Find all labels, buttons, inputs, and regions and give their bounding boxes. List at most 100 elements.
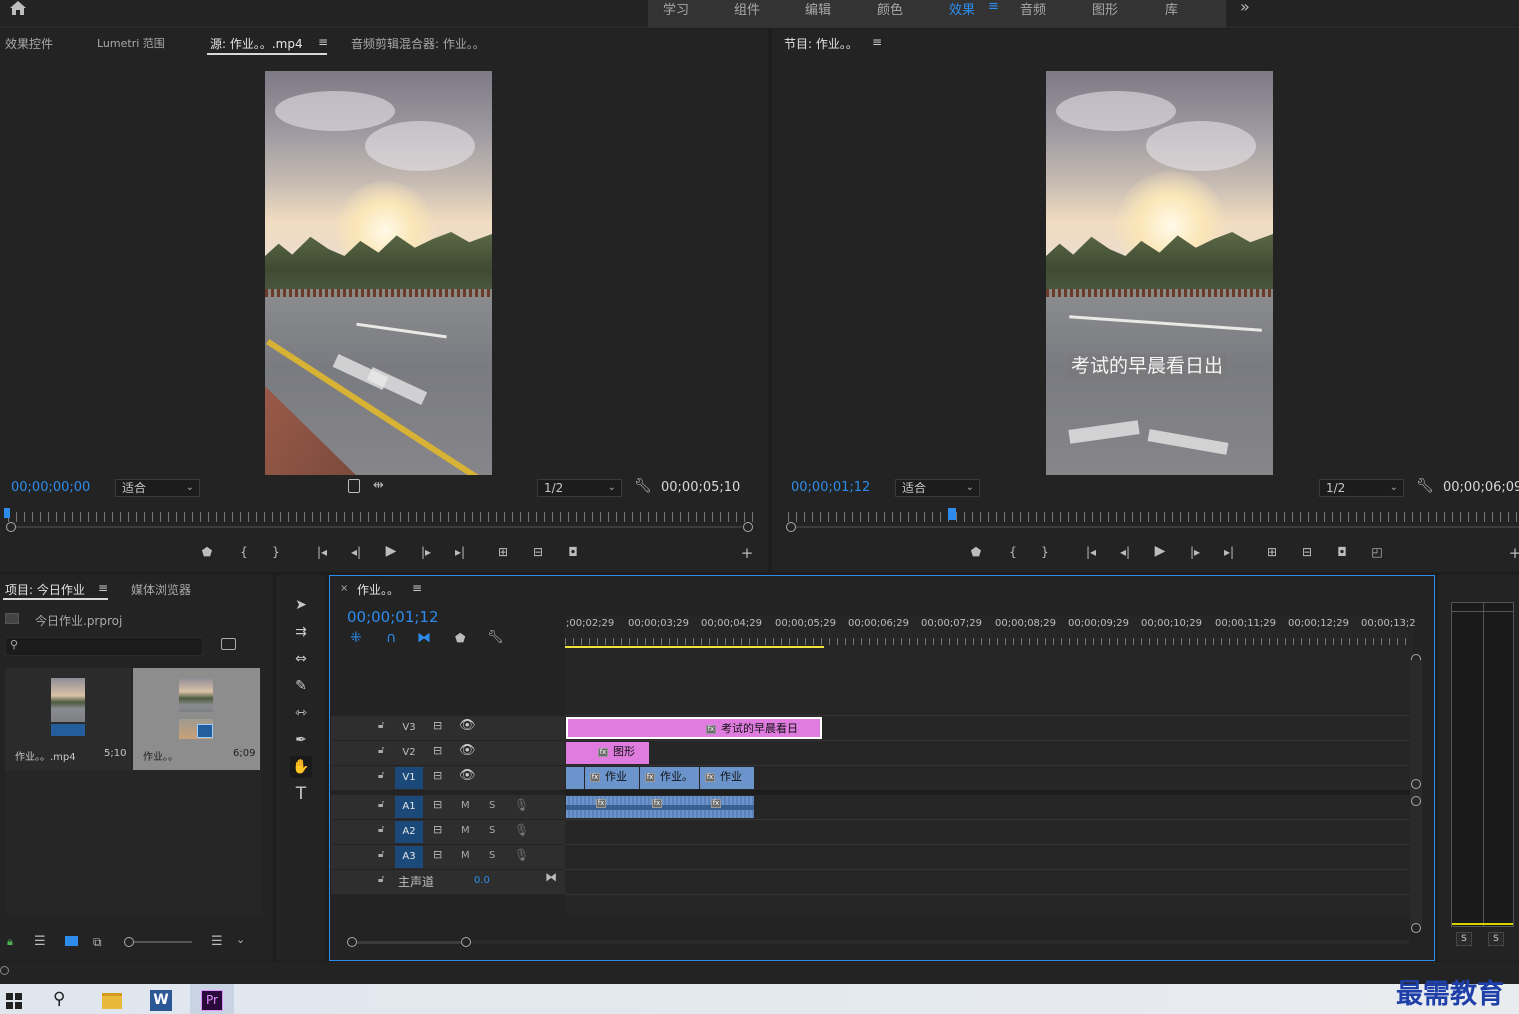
project-item[interactable]: 作业。。.mp4 5;10 [5,668,131,770]
zoom-slider[interactable] [134,941,192,943]
insert-icon[interactable]: ⊞ [493,544,513,560]
comparison-view-icon[interactable]: ◰ [1367,544,1387,560]
lock-icon[interactable]: 🔓︎ [378,824,384,835]
tab-program[interactable]: 节目: 作业。。 [784,35,858,52]
overwrite-icon[interactable]: ⊟ [528,544,548,560]
source-zoom-bar[interactable] [16,526,742,528]
workspace-effects[interactable]: 效果 [949,0,975,18]
clip-v1-c[interactable]: fx 作业 [700,767,754,789]
export-frame-icon[interactable]: ◘ [563,544,583,560]
track-select-tool-icon[interactable]: ⇉ [290,621,312,643]
go-to-end-icon[interactable]: ⧓ [545,870,557,884]
tab-sequence-menu-icon[interactable]: ≡ [412,581,422,595]
icon-view-icon[interactable] [65,936,78,946]
project-item-selected[interactable]: 作业。。 6;09 [133,668,260,770]
home-icon[interactable] [9,0,27,16]
step-back-icon[interactable]: ◂| [346,544,366,560]
workspace-color[interactable]: 颜色 [877,0,903,18]
drag-audio-icon[interactable]: ⇹ [373,478,384,493]
add-marker-icon[interactable]: ⬟ [455,631,465,645]
solo-toggle[interactable]: S [489,850,495,861]
go-to-out-icon[interactable]: ▸| [1219,544,1239,560]
windows-start-icon[interactable] [6,993,22,1009]
lock-icon[interactable]: 🔓︎ [378,799,384,810]
timeline-zoom-end-handle[interactable] [461,937,471,947]
step-back-icon[interactable]: ◂| [1115,544,1135,560]
tab-media-browser[interactable]: 媒体浏览器 [131,581,191,598]
source-current-timecode[interactable]: 00;00;00;00 [11,480,90,495]
work-area-bar[interactable] [565,646,824,648]
vertical-scroll-handle[interactable] [1411,796,1421,806]
lock-icon[interactable]: 🔓︎ [378,770,384,781]
selection-tool-icon[interactable]: ➤ [290,594,312,616]
mark-out-icon[interactable]: } [266,544,286,560]
workspace-learn[interactable]: 学习 [663,0,689,18]
mark-out-icon[interactable]: } [1035,544,1055,560]
workspace-assembly[interactable]: 组件 [734,0,760,18]
workspace-audio[interactable]: 音频 [1020,0,1046,18]
tab-source-menu-icon[interactable]: ≡ [318,35,328,49]
timeline-settings-wrench-icon[interactable]: 🔧︎ [487,630,504,645]
sync-lock-icon[interactable]: ⊟ [433,823,442,836]
premiere-taskbar-item[interactable]: Pr [190,984,234,1014]
workspace-graphics[interactable]: 图形 [1092,0,1118,18]
wrench-icon[interactable]: 🔧︎ [634,478,652,494]
wrench-icon[interactable]: 🔧︎ [1416,478,1434,494]
sync-lock-icon[interactable]: ⊟ [433,769,442,782]
mark-in-icon[interactable]: { [234,544,254,560]
sort-icon[interactable]: ☰ [211,934,223,949]
tab-program-menu-icon[interactable]: ≡ [872,35,882,49]
step-forward-icon[interactable]: |▸ [416,544,436,560]
clip-v1-b[interactable]: fx 作业。 [640,767,699,789]
program-zoom-bar[interactable] [796,526,1519,528]
timeline-time-ruler[interactable] [565,638,1413,645]
timeline-timecode[interactable]: 00;00;01;12 [347,608,439,626]
program-zoom-start-handle[interactable] [786,522,796,532]
eye-icon[interactable]: 👁︎ [459,768,476,783]
master-volume-value[interactable]: 0.0 [474,875,490,886]
add-marker-icon[interactable]: ⬟ [966,544,986,560]
track-label-a1[interactable]: A1 [395,796,423,818]
mute-toggle[interactable]: M [461,800,470,811]
clip-v1-segment[interactable] [566,767,584,789]
tab-source[interactable]: 源: 作业。。.mp4 [210,35,303,52]
button-editor-plus-icon[interactable]: + [1505,545,1519,561]
timeline-horizontal-scrollbar[interactable] [357,941,461,944]
track-label-a2[interactable]: A2 [395,821,423,843]
microphone-icon[interactable]: 🎙︎ [514,798,529,812]
sync-lock-icon[interactable]: ⊟ [433,848,442,861]
go-to-out-icon[interactable]: ▸| [450,544,470,560]
workspace-editing[interactable]: 编辑 [805,0,831,18]
program-resolution-dropdown[interactable]: 1/2 ⌄ [1319,479,1404,497]
freeform-view-icon[interactable]: ⧉ [93,935,102,950]
linked-selection-icon[interactable]: ⧓ [417,630,431,646]
microphone-icon[interactable]: 🎙︎ [514,848,529,862]
solo-right-button[interactable]: S [1488,932,1504,946]
clip-v3-title[interactable]: fx 考试的早晨看日 [566,717,822,739]
list-view-icon[interactable]: ☰ [34,934,46,949]
solo-toggle[interactable]: S [489,825,495,836]
export-frame-icon[interactable]: ◘ [1332,544,1352,560]
microphone-icon[interactable]: 🎙︎ [514,823,529,837]
mark-in-icon[interactable]: { [1003,544,1023,560]
word-icon[interactable]: W [150,990,172,1011]
hand-tool-icon[interactable]: ✋ [290,756,312,778]
eye-icon[interactable]: 👁︎ [459,718,476,733]
eye-icon[interactable]: 👁︎ [459,743,476,758]
search-icon[interactable]: ⚲ [53,989,65,1009]
mute-toggle[interactable]: M [461,850,470,861]
tab-project-menu-icon[interactable]: ≡ [98,581,108,595]
new-bin-icon[interactable] [221,638,236,650]
tab-audio-clip-mixer[interactable]: 音频剪辑混合器: 作业。。 [351,35,485,52]
source-resolution-dropdown[interactable]: 1/2 ⌄ [537,479,622,497]
lock-icon[interactable]: 🔒︎ [7,935,13,949]
source-zoom-end-handle[interactable] [743,522,753,532]
vertical-scroll-handle[interactable] [1411,779,1421,789]
go-to-in-icon[interactable]: |◂ [312,544,332,560]
ripple-edit-tool-icon[interactable]: ⇔ [290,648,312,670]
slip-tool-icon[interactable]: ⇿ [290,702,312,724]
tab-sequence[interactable]: 作业。。 [357,581,399,598]
source-zoom-start-handle[interactable] [6,522,16,532]
program-time-ruler[interactable] [788,512,1519,522]
play-icon[interactable]: ▶ [1150,543,1170,559]
